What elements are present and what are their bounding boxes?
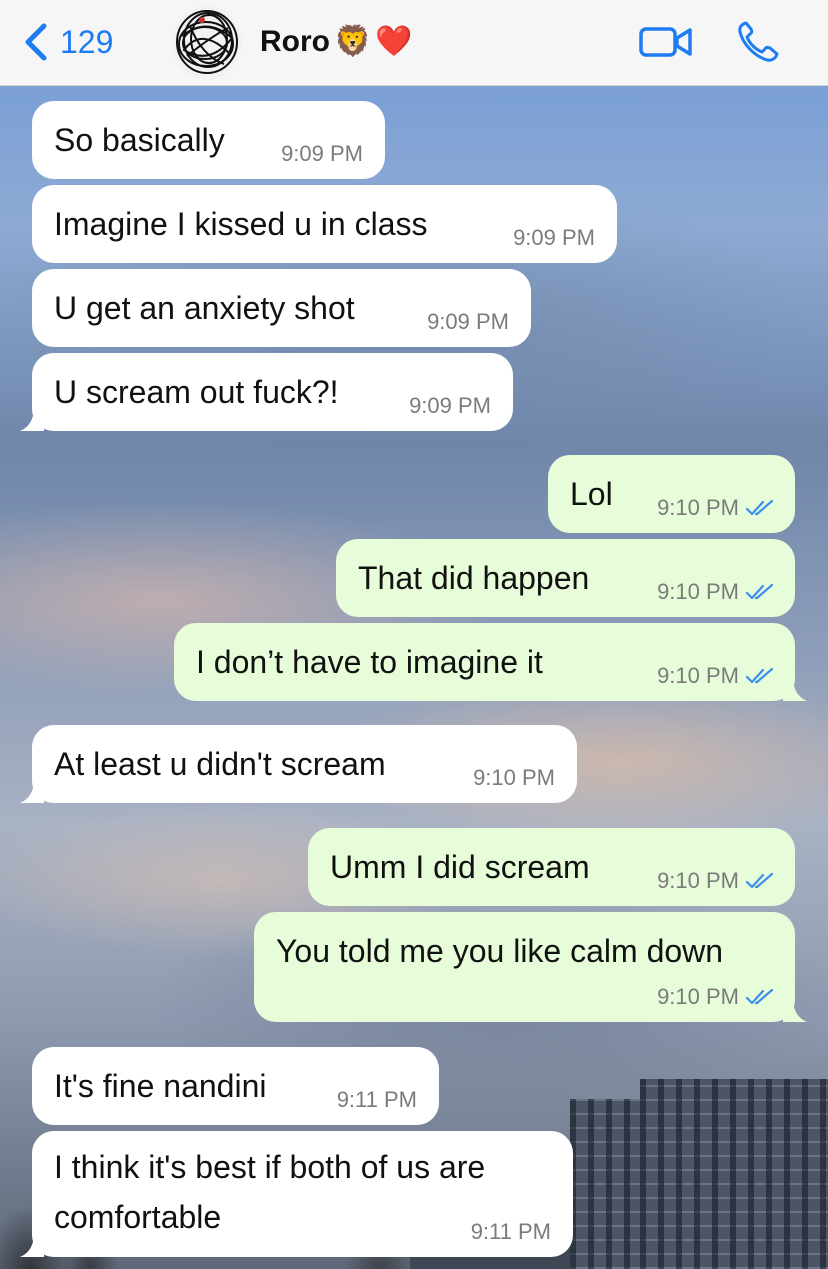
message-time: 9:10 PM bbox=[657, 868, 775, 894]
wallpaper-building bbox=[640, 1079, 828, 1269]
message-time-text: 9:10 PM bbox=[657, 663, 739, 688]
chat-header: 129 Roro 🦁 ❤️ bbox=[0, 0, 828, 86]
outgoing-message[interactable]: Umm I did scream 9:10 PM bbox=[308, 828, 795, 906]
video-call-icon bbox=[639, 27, 692, 57]
incoming-message[interactable]: U get an anxiety shot 9:09 PM bbox=[32, 269, 531, 347]
message-text: You told me you like calm down bbox=[276, 933, 724, 969]
bubble-tail bbox=[783, 998, 807, 1022]
message-text: So basically bbox=[54, 122, 225, 158]
incoming-message[interactable]: So basically 9:09 PM bbox=[32, 101, 385, 179]
incoming-message[interactable]: It's fine nandini 9:11 PM bbox=[32, 1047, 439, 1125]
back-button[interactable]: 129 bbox=[22, 20, 113, 64]
heart-emoji-icon: ❤️ bbox=[375, 25, 413, 58]
outgoing-message[interactable]: I don’t have to imagine it 9:10 PM bbox=[174, 623, 807, 701]
outgoing-message[interactable]: You told me you like calm down 9:10 PM bbox=[254, 912, 807, 1022]
bubble-tail bbox=[20, 779, 44, 803]
contact-avatar[interactable] bbox=[172, 6, 242, 80]
double-check-read-icon bbox=[745, 583, 774, 600]
incoming-message[interactable]: I think it's best if both of us are comf… bbox=[20, 1131, 573, 1257]
message-time-text: 9:10 PM bbox=[657, 868, 739, 893]
message-text-line: comfortable bbox=[54, 1199, 222, 1235]
contact-name: Roro bbox=[260, 25, 330, 58]
bubble-tail bbox=[20, 407, 44, 431]
outgoing-message[interactable]: Lol 9:10 PM bbox=[548, 455, 795, 533]
message-time-text: 9:10 PM bbox=[657, 984, 739, 1009]
message-text: That did happen bbox=[358, 560, 590, 596]
bubble-tail bbox=[783, 677, 807, 701]
message-time-text: 9:10 PM bbox=[657, 579, 739, 604]
bubble-tail bbox=[20, 1233, 44, 1257]
contact-title[interactable]: Roro 🦁 ❤️ bbox=[260, 20, 413, 64]
lion-emoji-icon: 🦁 bbox=[334, 25, 372, 58]
message-text-line: I think it's best if both of us are bbox=[54, 1149, 486, 1185]
message-time-text: 9:10 PM bbox=[657, 495, 739, 520]
message-time: 9:10 PM bbox=[657, 579, 775, 605]
voice-call-button[interactable] bbox=[736, 18, 782, 64]
message-text: U get an anxiety shot bbox=[54, 290, 355, 326]
message-time: 9:09 PM bbox=[281, 141, 363, 166]
message-text: U scream out fuck?! bbox=[54, 374, 339, 410]
chevron-left-icon bbox=[25, 23, 47, 61]
double-check-read-icon bbox=[745, 988, 774, 1005]
message-text: Lol bbox=[570, 476, 613, 512]
message-text: At least u didn't scream bbox=[54, 746, 386, 782]
video-call-button[interactable] bbox=[638, 22, 694, 62]
outgoing-message[interactable]: That did happen 9:10 PM bbox=[336, 539, 795, 617]
message-time: 9:11 PM bbox=[336, 1087, 417, 1112]
message-time: 9:10 PM bbox=[657, 984, 775, 1010]
message-time: 9:09 PM bbox=[513, 225, 595, 250]
message-time: 9:10 PM bbox=[657, 663, 775, 689]
incoming-message[interactable]: Imagine I kissed u in class 9:09 PM bbox=[32, 185, 617, 263]
scribbled-avatar-image bbox=[176, 10, 238, 74]
message-time: 9:09 PM bbox=[409, 393, 491, 418]
message-time: 9:09 PM bbox=[427, 309, 509, 334]
message-time: 9:10 PM bbox=[473, 765, 555, 790]
message-time: 9:10 PM bbox=[657, 495, 775, 521]
double-check-read-icon bbox=[745, 872, 774, 889]
incoming-message[interactable]: U scream out fuck?! 9:09 PM bbox=[20, 353, 513, 431]
double-check-read-icon bbox=[745, 667, 774, 684]
double-check-read-icon bbox=[745, 499, 774, 516]
message-time: 9:11 PM bbox=[470, 1219, 551, 1244]
message-text: It's fine nandini bbox=[54, 1068, 267, 1104]
message-text: Umm I did scream bbox=[330, 849, 590, 885]
incoming-message[interactable]: At least u didn't scream 9:10 PM bbox=[20, 725, 577, 803]
unread-count: 129 bbox=[60, 23, 114, 60]
message-text: I don’t have to imagine it bbox=[196, 644, 543, 680]
phone-icon bbox=[738, 21, 779, 62]
message-text: Imagine I kissed u in class bbox=[54, 206, 428, 242]
